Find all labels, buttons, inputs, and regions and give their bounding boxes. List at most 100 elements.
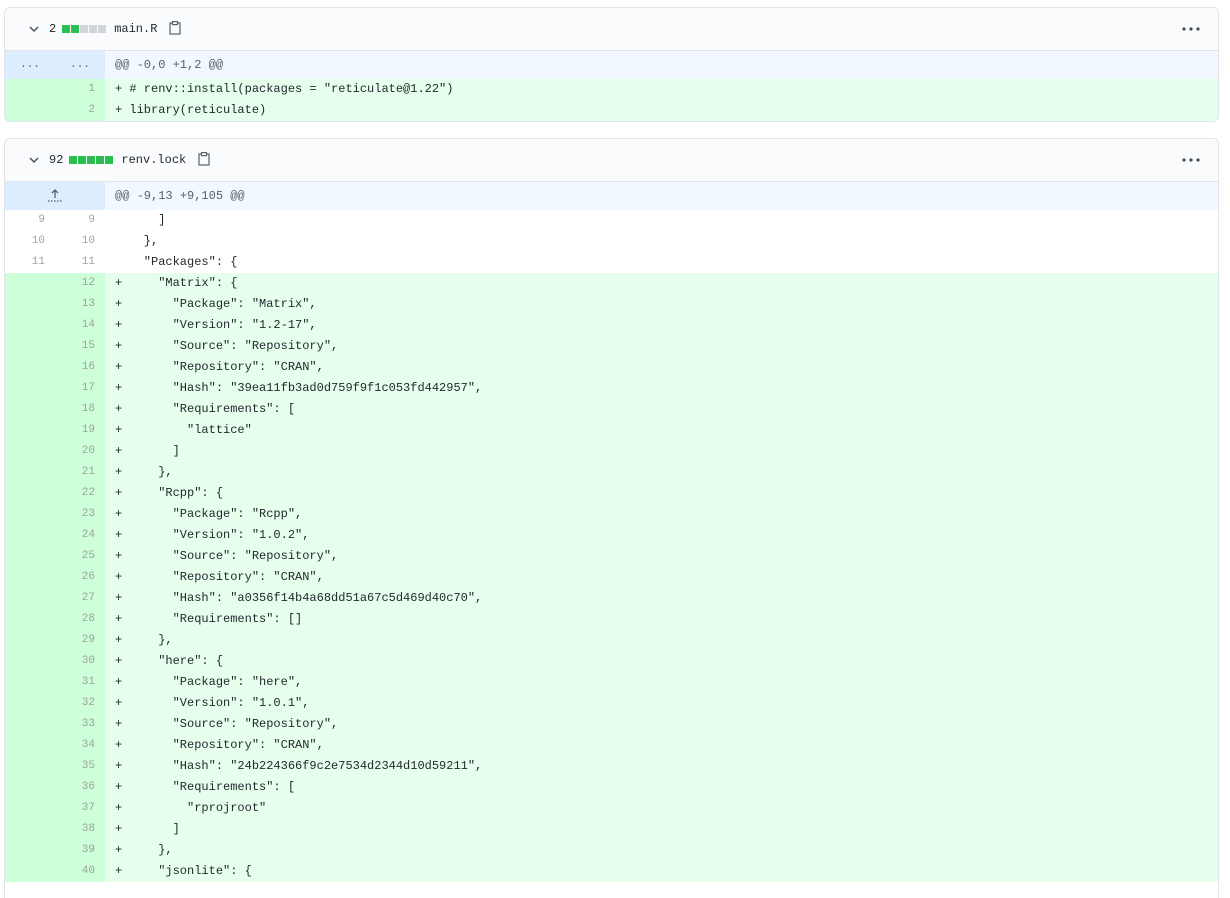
old-line-number[interactable] (5, 273, 55, 294)
old-line-number[interactable] (5, 756, 55, 777)
new-line-number[interactable]: 15 (55, 336, 105, 357)
line-code: + "Package": "Matrix", (105, 294, 1218, 315)
old-line-number[interactable] (5, 546, 55, 567)
new-line-number[interactable]: 29 (55, 630, 105, 651)
new-line-number[interactable]: 13 (55, 294, 105, 315)
new-line-number[interactable]: 31 (55, 672, 105, 693)
expand-up-button[interactable] (5, 182, 105, 210)
chevron-down-icon[interactable] (27, 153, 41, 167)
new-line-number[interactable]: 19 (55, 420, 105, 441)
diffstat-square (105, 156, 114, 164)
old-line-number[interactable]: 10 (5, 231, 55, 252)
old-line-number[interactable]: 9 (5, 210, 55, 231)
new-line-number[interactable]: 16 (55, 357, 105, 378)
added-line: 33 + "Source": "Repository", (5, 714, 1218, 735)
old-line-number[interactable] (5, 315, 55, 336)
new-line-number[interactable]: 33 (55, 714, 105, 735)
old-line-number[interactable] (5, 79, 55, 100)
old-line-number[interactable] (5, 294, 55, 315)
old-line-number[interactable] (5, 672, 55, 693)
new-line-number[interactable]: 23 (55, 504, 105, 525)
old-line-number[interactable] (5, 588, 55, 609)
new-line-number[interactable]: 21 (55, 462, 105, 483)
old-line-number[interactable] (5, 777, 55, 798)
clipboard-icon[interactable] (169, 21, 183, 37)
old-line-number[interactable] (5, 420, 55, 441)
new-line-number[interactable]: 37 (55, 798, 105, 819)
old-line-number[interactable] (5, 861, 55, 882)
added-line: 27 + "Hash": "a0356f14b4a68dd51a67c5d469d… (5, 588, 1218, 609)
new-line-number[interactable]: 11 (55, 252, 105, 273)
new-line-number[interactable]: 27 (55, 588, 105, 609)
old-line-number[interactable]: 11 (5, 252, 55, 273)
old-line-number[interactable] (5, 525, 55, 546)
new-line-number[interactable]: 36 (55, 777, 105, 798)
diffstat-square (89, 25, 98, 33)
added-line: 24 + "Version": "1.0.2", (5, 525, 1218, 546)
old-line-number[interactable] (5, 483, 55, 504)
new-line-number[interactable]: 12 (55, 273, 105, 294)
new-line-number[interactable]: 28 (55, 609, 105, 630)
diffstat-square (98, 25, 107, 33)
line-code: + "Source": "Repository", (105, 714, 1218, 735)
changes-count: 2 (49, 22, 57, 36)
added-line: 23 + "Package": "Rcpp", (5, 504, 1218, 525)
new-line-number[interactable]: 35 (55, 756, 105, 777)
new-line-number[interactable]: 40 (55, 861, 105, 882)
new-line-number[interactable]: 20 (55, 441, 105, 462)
kebab-menu-icon[interactable] (1182, 153, 1200, 167)
old-line-number[interactable] (5, 357, 55, 378)
new-line-number[interactable]: 32 (55, 693, 105, 714)
new-line-number[interactable]: 1 (55, 79, 105, 100)
added-line: 20 + ] (5, 441, 1218, 462)
new-line-number[interactable]: 39 (55, 840, 105, 861)
added-line: 19 + "lattice" (5, 420, 1218, 441)
new-line-number[interactable]: 26 (55, 567, 105, 588)
new-line-number[interactable]: 25 (55, 546, 105, 567)
old-line-number[interactable] (5, 735, 55, 756)
old-line-number[interactable] (5, 504, 55, 525)
line-code: + "Version": "1.0.2", (105, 525, 1218, 546)
new-line-number[interactable]: 17 (55, 378, 105, 399)
new-line-number[interactable]: 18 (55, 399, 105, 420)
old-line-number[interactable] (5, 819, 55, 840)
new-line-number[interactable]: 9 (55, 210, 105, 231)
line-code: + "Version": "1.0.1", (105, 693, 1218, 714)
added-line: 12 + "Matrix": { (5, 273, 1218, 294)
old-line-number[interactable] (5, 651, 55, 672)
old-line-number[interactable] (5, 567, 55, 588)
new-line-number[interactable]: 10 (55, 231, 105, 252)
diffstat-square (62, 25, 71, 33)
old-line-number[interactable] (5, 441, 55, 462)
old-line-number[interactable] (5, 336, 55, 357)
line-code: + library(reticulate) (105, 100, 1218, 121)
old-line-number[interactable] (5, 714, 55, 735)
expand-up-button[interactable]: ... (5, 51, 55, 79)
new-line-number[interactable]: 38 (55, 819, 105, 840)
expand-down-button[interactable]: ... (55, 51, 105, 79)
clipboard-icon[interactable] (198, 152, 212, 168)
new-line-number[interactable]: 22 (55, 483, 105, 504)
old-line-number[interactable] (5, 100, 55, 121)
old-line-number[interactable] (5, 378, 55, 399)
new-line-number[interactable]: 2 (55, 100, 105, 121)
old-line-number[interactable] (5, 840, 55, 861)
new-line-number[interactable]: 30 (55, 651, 105, 672)
line-code: + "Hash": "24b224366f9c2e7534d2344d10d59… (105, 756, 1218, 777)
new-line-number[interactable]: 24 (55, 525, 105, 546)
kebab-menu-icon[interactable] (1182, 22, 1200, 36)
old-line-number[interactable] (5, 399, 55, 420)
file-name[interactable]: main.R (114, 22, 157, 36)
old-line-number[interactable] (5, 462, 55, 483)
file-header: 92 renv.lock (5, 139, 1218, 182)
file-name[interactable]: renv.lock (121, 153, 186, 167)
old-line-number[interactable] (5, 630, 55, 651)
new-line-number[interactable]: 34 (55, 735, 105, 756)
old-line-number[interactable] (5, 798, 55, 819)
diffstat-square (71, 25, 80, 33)
new-line-number[interactable]: 14 (55, 315, 105, 336)
chevron-down-icon[interactable] (27, 22, 41, 36)
old-line-number[interactable] (5, 609, 55, 630)
old-line-number[interactable] (5, 693, 55, 714)
context-line: 99 ] (5, 210, 1218, 231)
